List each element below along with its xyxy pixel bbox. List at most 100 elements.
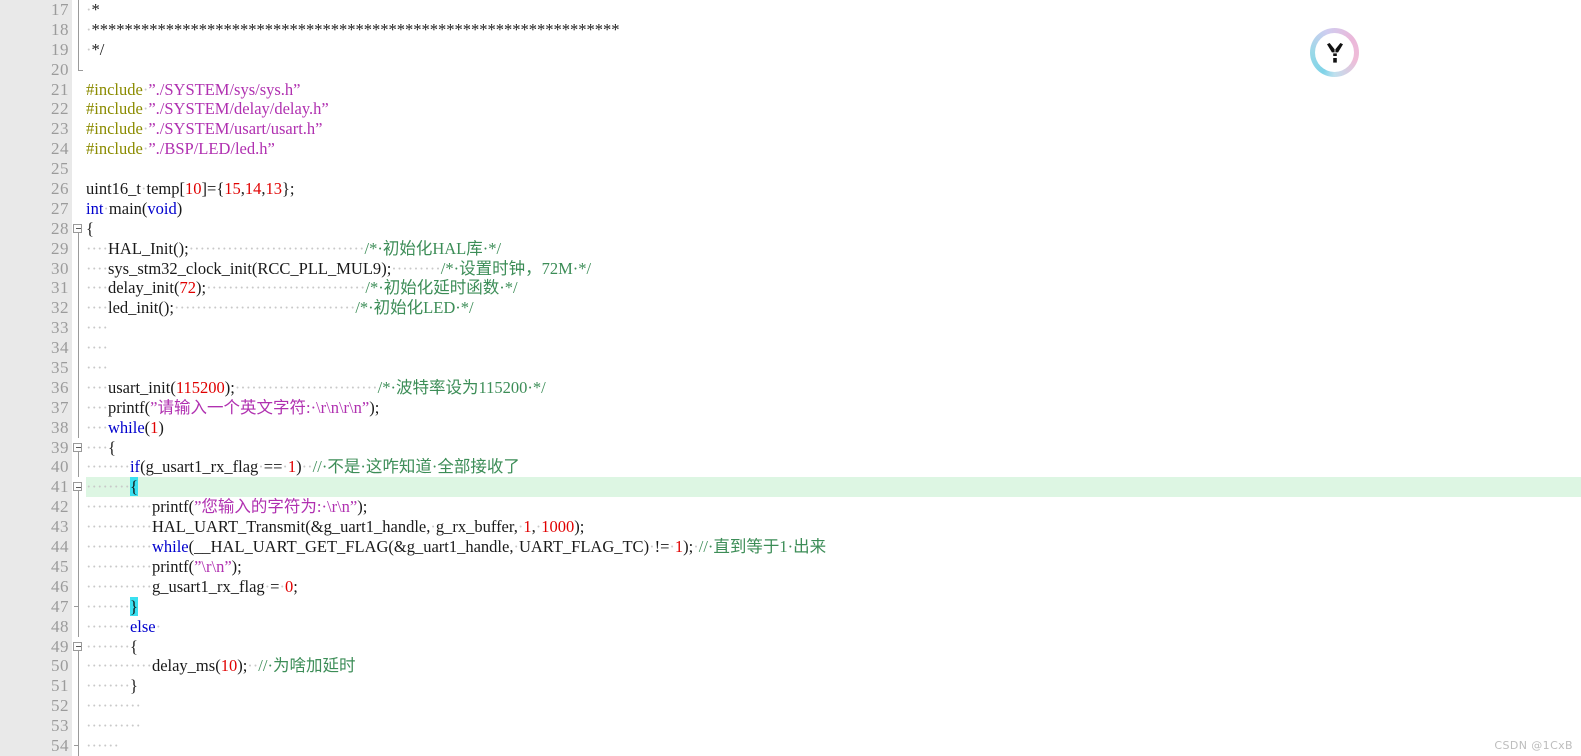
fold-guide-line: [77, 616, 79, 637]
fold-cell[interactable]: [72, 716, 86, 736]
code-line[interactable]: 34 ····: [0, 338, 1581, 359]
line-number: 52: [51, 696, 69, 716]
fold-cell[interactable]: [72, 298, 86, 319]
fold-guide-line: [77, 318, 79, 339]
code-line[interactable]: 49 ········{: [0, 637, 1581, 657]
code-line[interactable]: 26 uint16_t·temp[10]={15,14,13};: [0, 179, 1581, 199]
fold-cell[interactable]: [72, 199, 86, 219]
fold-cell[interactable]: [72, 556, 86, 577]
code-line-text: ····{: [86, 437, 116, 457]
line-number: 50: [51, 656, 69, 676]
code-line[interactable]: 31 ····delay_init(72);···················…: [0, 278, 1581, 299]
code-line[interactable]: 37 ····printf(”请输入一个英文字符:·\r\n\r\n”);: [0, 397, 1581, 418]
fold-collapse-icon[interactable]: [73, 482, 82, 492]
code-line[interactable]: 42 ············printf(”您输入的字符为:·\r\n”);: [0, 497, 1581, 518]
fold-guide-line: [77, 716, 79, 736]
fold-cell[interactable]: [72, 637, 86, 657]
fold-cell[interactable]: [72, 0, 86, 20]
code-line[interactable]: 41 ········{: [0, 477, 1581, 498]
code-line[interactable]: 51 ········}: [0, 676, 1581, 697]
code-line[interactable]: 39 ····{: [0, 438, 1581, 458]
code-line-text: ········}: [86, 676, 138, 696]
fold-cell[interactable]: [72, 179, 86, 199]
fold-cell[interactable]: [72, 139, 86, 159]
code-line[interactable]: 48 ········else·: [0, 616, 1581, 637]
fold-cell[interactable]: [72, 457, 86, 478]
fold-cell[interactable]: [72, 616, 86, 637]
fold-cell[interactable]: [72, 497, 86, 518]
code-line-text: uint16_t·temp[10]={15,14,13};: [86, 179, 295, 199]
fold-cell[interactable]: [72, 338, 86, 359]
fold-cell[interactable]: [72, 119, 86, 139]
fold-guide-line: [77, 39, 79, 60]
fold-cell[interactable]: [72, 397, 86, 418]
line-number: 34: [51, 338, 69, 358]
fold-collapse-icon[interactable]: [73, 442, 82, 452]
fold-cell[interactable]: [72, 676, 86, 697]
fold-cell[interactable]: [72, 576, 86, 597]
fold-guide-line: [77, 258, 79, 279]
fold-cell[interactable]: [72, 39, 86, 60]
fold-cell[interactable]: [72, 238, 86, 259]
code-line[interactable]: 25: [0, 159, 1581, 179]
code-text-area[interactable]: 17 ·* 18 ·*********************************…: [0, 0, 1581, 756]
fold-cell[interactable]: [72, 735, 86, 756]
fold-cell[interactable]: [72, 656, 86, 677]
fold-guide-line: [77, 298, 79, 319]
fold-cell[interactable]: [72, 438, 86, 458]
code-line[interactable]: 32 ····led_init();·······················…: [0, 298, 1581, 319]
code-line[interactable]: 30 ····sys_stm32_clock_init(RCC_PLL_MUL9)…: [0, 258, 1581, 279]
fold-cell[interactable]: [72, 278, 86, 299]
fold-cell[interactable]: [72, 377, 86, 398]
code-line[interactable]: 33 ····: [0, 318, 1581, 339]
code-line[interactable]: 46 ············g_usart1_rx_flag·=·0;: [0, 576, 1581, 597]
line-number: 25: [51, 159, 69, 179]
code-line[interactable]: 53 ··········: [0, 716, 1581, 736]
code-line-text: ············printf(”\r\n”);: [86, 556, 242, 576]
fold-cell[interactable]: [72, 80, 86, 100]
code-line[interactable]: 50 ············delay_ms(10);··//·为啥加延时: [0, 656, 1581, 677]
code-line-text: ····while(1): [86, 417, 164, 437]
fold-guide-line: [77, 338, 79, 359]
code-line[interactable]: 23 #include·”./SYSTEM/usart/usart.h”: [0, 119, 1581, 139]
fold-cell[interactable]: [72, 696, 86, 717]
code-line-text: ·*: [86, 0, 100, 19]
code-line[interactable]: 54 ······: [0, 735, 1581, 756]
code-line[interactable]: 45 ············printf(”\r\n”);: [0, 556, 1581, 577]
code-line-text: ····: [86, 318, 108, 338]
fold-cell[interactable]: [72, 417, 86, 438]
code-line[interactable]: 27 int·main(void): [0, 199, 1581, 219]
code-line[interactable]: 35 ····: [0, 358, 1581, 378]
fold-cell[interactable]: [72, 477, 86, 498]
fold-cell[interactable]: [72, 358, 86, 378]
fold-collapse-icon[interactable]: [73, 223, 82, 233]
fold-cell[interactable]: [72, 258, 86, 279]
fold-cell[interactable]: [72, 59, 86, 80]
code-line[interactable]: 29 ····HAL_Init();·······················…: [0, 238, 1581, 259]
code-line-text: ····led_init();·························…: [86, 298, 474, 318]
code-line[interactable]: 28 {: [0, 219, 1581, 239]
fold-cell[interactable]: [72, 159, 86, 179]
fold-cell[interactable]: [72, 318, 86, 339]
code-editor[interactable]: 17 ·* 18 ·*********************************…: [0, 0, 1581, 756]
fold-cell[interactable]: [72, 537, 86, 557]
fold-collapse-icon[interactable]: [73, 641, 82, 651]
code-line[interactable]: 52 ··········: [0, 696, 1581, 717]
fold-cell[interactable]: [72, 19, 86, 40]
code-line[interactable]: 44 ············while(__HAL_UART_GET_FLAG(…: [0, 537, 1581, 557]
code-line[interactable]: 43 ············HAL_UART_Transmit(&g_uart1…: [0, 517, 1581, 538]
code-line[interactable]: 36 ····usart_init(115200);···············…: [0, 377, 1581, 398]
fold-cell[interactable]: [72, 596, 86, 617]
code-line[interactable]: 47 ········}: [0, 596, 1581, 617]
y-glyph-icon: [1326, 42, 1343, 63]
code-line[interactable]: 22 #include·”./SYSTEM/delay/delay.h”: [0, 99, 1581, 119]
tongyi-lingma-icon[interactable]: [1310, 28, 1359, 77]
code-line[interactable]: 38 ····while(1): [0, 417, 1581, 438]
code-line[interactable]: 17 ·*: [0, 0, 1581, 20]
code-line[interactable]: 40 ········if(g_usart1_rx_flag·==·1)··//·…: [0, 457, 1581, 478]
code-line[interactable]: 24 #include·”./BSP/LED/led.h”: [0, 139, 1581, 159]
fold-cell[interactable]: [72, 99, 86, 119]
fold-cell[interactable]: [72, 517, 86, 538]
code-line[interactable]: 21 #include·”./SYSTEM/sys/sys.h”: [0, 80, 1581, 100]
fold-cell[interactable]: [72, 219, 86, 239]
